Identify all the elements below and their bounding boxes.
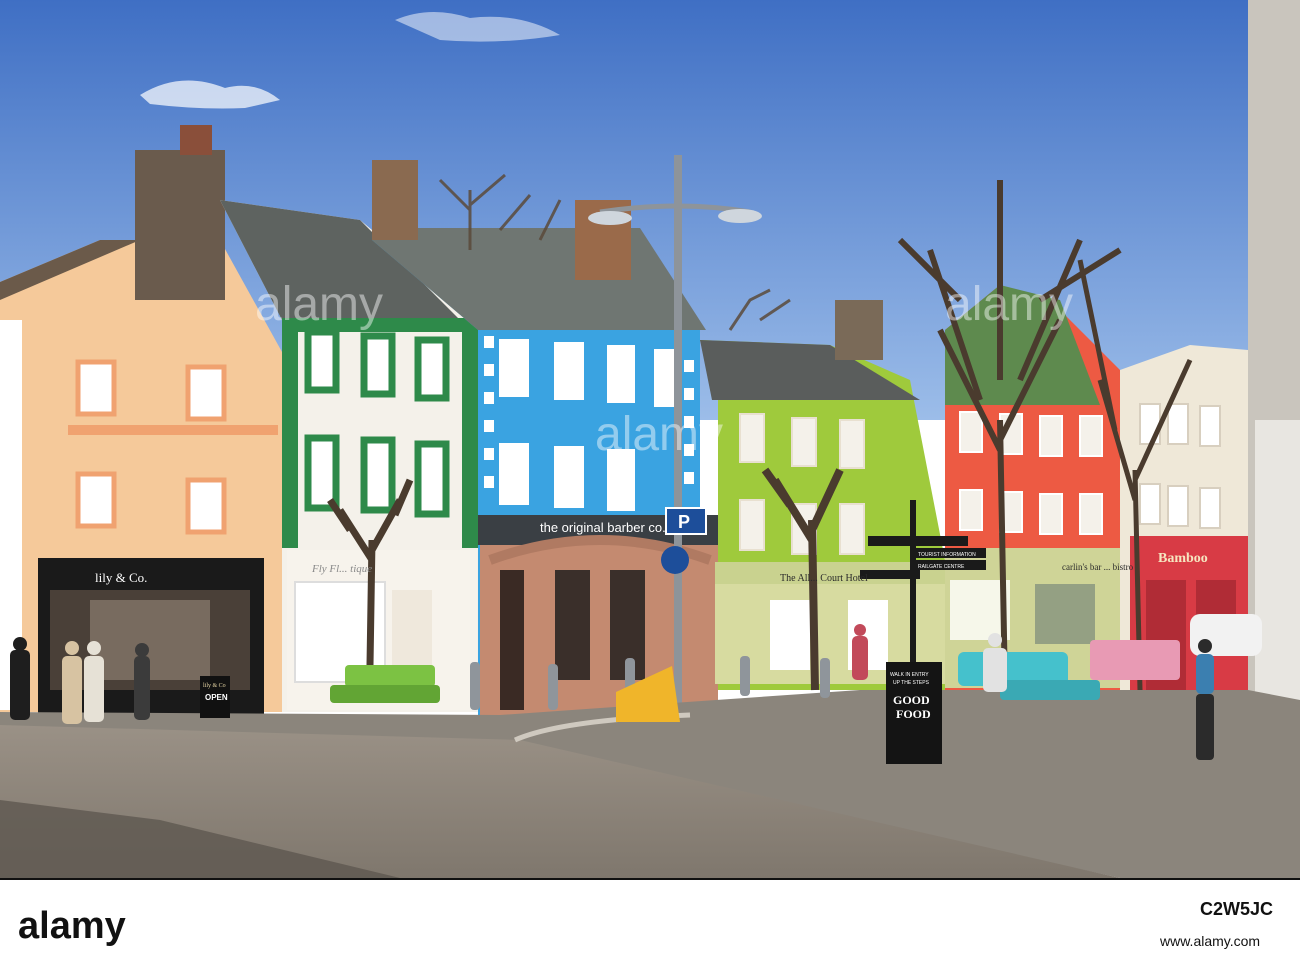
board-line-3: GOOD [893,693,930,707]
good-food-a-board: WALK IN ENTRY UP THE STEPS GOOD FOOD [886,662,942,764]
footer-logo: alamy [18,905,126,947]
footer-image-id: C2W5JC [1200,899,1273,919]
footer-url: www.alamy.com [1159,933,1260,949]
pink-planter [1090,640,1180,680]
footer-bar [0,878,1300,967]
florist-sign: Fly Fl... tique [311,563,372,575]
lily-shop-sign: lily & Co. [95,570,147,585]
lily-board-name: lily & Co [203,683,226,689]
watermark: alamy [255,278,383,331]
watermark: alamy [595,408,723,461]
board-line-4: FOOD [896,707,931,721]
board-line-1: WALK IN ENTRY [890,672,929,678]
green-bench [330,665,440,703]
barber-sign: the original barber co. [540,520,666,535]
photo-scene: P TOURIST INFORMATION RAILGATE CENTRE li… [0,0,1300,967]
lily-a-board: lily & Co OPEN [200,676,230,718]
watermark: alamy [945,278,1073,331]
fingerpost-sign-2: RAILGATE CENTRE [918,564,965,570]
carlins-sign: carlin's bar ... bistro [1062,562,1134,572]
parking-letter: P [678,512,690,532]
board-line-2: UP THE STEPS [893,680,930,686]
fingerpost-sign-1: TOURIST INFORMATION [918,552,976,558]
photo-canvas: P TOURIST INFORMATION RAILGATE CENTRE li… [0,0,1300,967]
lily-board-open: OPEN [205,693,228,702]
hotel-sign: The All... Court Hotel [780,573,868,584]
bamboo-sign: Bamboo [1158,551,1208,566]
